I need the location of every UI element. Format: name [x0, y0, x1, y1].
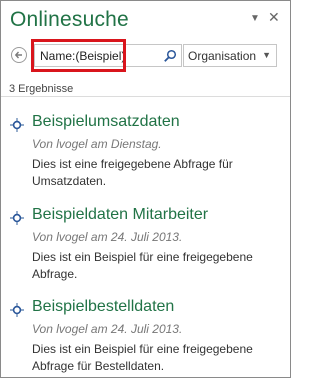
chevron-down-icon: ▼: [262, 50, 271, 60]
result-meta: Von lvogel am Dienstag.: [32, 137, 162, 151]
pane-options-dropdown[interactable]: ▼: [250, 13, 260, 24]
magnifier-icon[interactable]: [163, 49, 177, 68]
result-title[interactable]: Beispielumsatzdaten: [32, 113, 180, 131]
scope-value: Organisation: [188, 49, 257, 63]
divider: [1, 96, 290, 97]
query-icon: [9, 302, 25, 323]
back-arrow-icon[interactable]: [11, 47, 27, 63]
online-search-pane: Onlinesuche ▼ ✕ Organisation ▼ 3 Ergebni…: [0, 0, 291, 378]
result-title[interactable]: Beispieldaten Mitarbeiter: [32, 206, 208, 224]
query-icon: [9, 210, 25, 231]
result-description: Dies ist eine freigegebene Abfrage für U…: [32, 157, 233, 188]
pane-title: Onlinesuche: [10, 8, 129, 31]
result-description: Dies ist ein Beispiel für eine freigegeb…: [32, 250, 253, 281]
scope-dropdown[interactable]: Organisation ▼: [183, 44, 277, 67]
result-meta: Von lvogel am 24. Juli 2013.: [32, 230, 183, 244]
result-title[interactable]: Beispielbestelldaten: [32, 298, 174, 316]
close-icon[interactable]: ✕: [268, 9, 280, 26]
result-meta: Von lvogel am 24. Juli 2013.: [32, 322, 183, 336]
query-icon: [9, 117, 25, 138]
highlight-frame: [31, 39, 126, 72]
results-count: 3 Ergebnisse: [9, 83, 74, 95]
result-description: Dies ist ein Beispiel für eine freigegeb…: [32, 342, 253, 373]
